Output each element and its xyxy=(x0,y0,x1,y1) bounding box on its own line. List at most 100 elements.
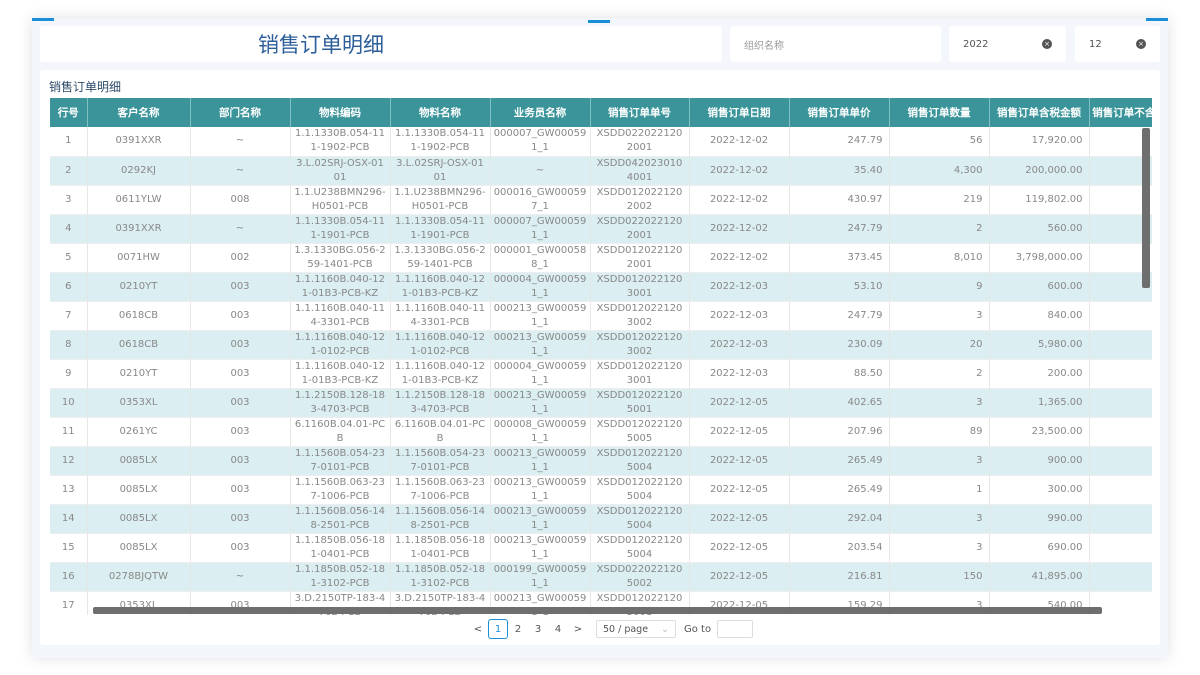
app-frame: 销售订单明细 组织名称 2022 × 12 × 销售订单明细 行号 客户名称 部门名… xyxy=(32,18,1168,658)
table-row[interactable]: 3 0611YLW 008 1.1.U238BMN296-H0501-PCB 1.1.U… xyxy=(50,185,1152,215)
table-cell: 0085LX xyxy=(87,504,191,534)
table-cell: 2022-12-05 xyxy=(689,533,790,563)
table-cell: 1.1.1850B.056-181-0401-PCB xyxy=(390,533,491,563)
table-cell: 200,000.00 xyxy=(989,156,1090,186)
page-4-button[interactable]: 4 xyxy=(548,619,568,639)
table-row[interactable]: 4 0391XXR ~1.1.1330B.054-111-1901-PCB 1.1.1… xyxy=(50,214,1152,244)
table-row[interactable]: 13 0085LX 003 1.1.1560B.063-237-1006-PCB 1.1… xyxy=(50,475,1152,505)
month-value: 12 xyxy=(1089,38,1102,50)
table-cell: 265.49 xyxy=(789,446,890,476)
table-cell: 003 xyxy=(190,272,291,302)
table-cell: ~ xyxy=(190,214,291,244)
table-cell: 1.1.1560B.063-237-1006-PCB xyxy=(390,475,491,505)
table-cell: 3 xyxy=(889,301,990,331)
horizontal-scrollbar[interactable] xyxy=(93,607,1102,614)
table-row[interactable]: 6 0210YT 003 1.1.1160B.040-121-01B3-PCB-KZ 1… xyxy=(50,272,1152,302)
table-row[interactable]: 5 0071HW 002 1.3.1330BG.056-259-1401-PCB 1.3… xyxy=(50,243,1152,273)
table-cell: 8,010 xyxy=(889,243,990,273)
table-row[interactable]: 11 0261YC 003 6.1160B.04.01-PCB 6.1160B.04.0… xyxy=(50,417,1152,447)
table-cell: 1.1.1330B.054-111-1902-PCB xyxy=(390,127,491,157)
table-cell: 13 xyxy=(50,475,88,505)
table-cell: 5,980.00 xyxy=(989,330,1090,360)
page-size-select[interactable]: 50 / page ⌄ xyxy=(596,620,676,638)
table-cell xyxy=(1089,475,1152,505)
table-cell xyxy=(1089,301,1152,331)
table-cell: 0071HW xyxy=(87,243,191,273)
table-cell: XSDD0120221202001 xyxy=(590,243,690,273)
table-row[interactable]: 9 0210YT 003 1.1.1160B.040-121-01B3-PCB-KZ 1… xyxy=(50,359,1152,389)
table-cell: 0618CB xyxy=(87,330,191,360)
org-name-filter[interactable]: 组织名称 xyxy=(730,26,941,62)
table-cell: 203.54 xyxy=(789,533,890,563)
prev-page-button[interactable]: < xyxy=(468,619,488,639)
column-header: 销售订单单价 xyxy=(789,98,890,127)
table-cell: 0085LX xyxy=(87,475,191,505)
table-cell: 690.00 xyxy=(989,533,1090,563)
table-cell: 1.1.1330B.054-111-1902-PCB xyxy=(290,127,391,157)
table-cell: 003 xyxy=(190,388,291,418)
clear-icon[interactable]: × xyxy=(1136,39,1146,49)
month-filter[interactable]: 12 × xyxy=(1075,26,1160,62)
table-row[interactable]: 1 0391XXR ~1.1.1330B.054-111-1902-PCB 1.1.1… xyxy=(50,127,1152,157)
table-cell: 6.1160B.04.01-PCB xyxy=(390,417,491,447)
table-cell: 23,500.00 xyxy=(989,417,1090,447)
table-cell: 000213_GW000591_1 xyxy=(490,446,591,476)
table-cell: 2 xyxy=(50,156,88,186)
table-cell: 1.3.1330BG.056-259-1401-PCB xyxy=(290,243,391,273)
table-cell: XSDD0420230104001 xyxy=(590,156,690,186)
table-row[interactable]: 7 0618CB 003 1.1.1160B.040-114-3301-PCB 1.1.… xyxy=(50,301,1152,331)
table-row[interactable]: 10 0353XL 003 1.1.2150B.128-183-4703-PCB 1.1… xyxy=(50,388,1152,418)
column-header: 物料编码 xyxy=(290,98,391,127)
page-2-button[interactable]: 2 xyxy=(508,619,528,639)
table-cell: 1.1.1850B.052-181-3102-PCB xyxy=(390,562,491,592)
table-cell: 402.65 xyxy=(789,388,890,418)
table-cell: XSDD0220221202001 xyxy=(590,214,690,244)
table-cell: 1.1.1850B.052-181-3102-PCB xyxy=(290,562,391,592)
table-cell: XSDD0120221203002 xyxy=(590,330,690,360)
table-row[interactable]: 12 0085LX 003 1.1.1560B.054-237-0101-PCB 1.1… xyxy=(50,446,1152,476)
table-cell: XSDD0120221205004 xyxy=(590,475,690,505)
page-3-button[interactable]: 3 xyxy=(528,619,548,639)
table-cell: 000008_GW000591_1 xyxy=(490,417,591,447)
column-header: 销售订单日期 xyxy=(689,98,790,127)
table-row[interactable]: 16 0278BJQTW ~1.1.1850B.052-181-3102-PCB 1.… xyxy=(50,562,1152,592)
vertical-scrollbar[interactable] xyxy=(1142,128,1150,288)
table-cell: 219 xyxy=(889,185,990,215)
table-cell: 2022-12-02 xyxy=(689,185,790,215)
table-cell: 88.50 xyxy=(789,359,890,389)
table-cell: 15 xyxy=(50,533,88,563)
table-row[interactable]: 15 0085LX 003 1.1.1850B.056-181-0401-PCB 1.1… xyxy=(50,533,1152,563)
table-cell: 1.1.U238BMN296-H0501-PCB xyxy=(390,185,491,215)
table-cell xyxy=(1089,359,1152,389)
table-cell: 000199_GW000591_1 xyxy=(490,562,591,592)
table-cell: 1.1.1330B.054-111-1901-PCB xyxy=(390,214,491,244)
goto-input[interactable] xyxy=(717,620,754,638)
table-cell: 2022-12-05 xyxy=(689,562,790,592)
table-cell: 000213_GW000591_1 xyxy=(490,504,591,534)
table-row[interactable]: 14 0085LX 003 1.1.1560B.056-148-2501-PCB 1.1… xyxy=(50,504,1152,534)
table-cell: XSDD0120221203001 xyxy=(590,272,690,302)
table-cell: 2022-12-05 xyxy=(689,417,790,447)
table-cell: 3 xyxy=(50,185,88,215)
column-header: 业务员名称 xyxy=(490,98,591,127)
table-cell: 230.09 xyxy=(789,330,890,360)
table-container: 行号 客户名称 部门名称 物料编码 物料名称 业务员名称 销售订单单号 销售订单日期 销售订单单… xyxy=(50,98,1152,615)
next-page-button[interactable]: > xyxy=(568,619,588,639)
table-row[interactable]: 2 0292KJ ~3.L.02SRJ-OSX-0101 3.L.02SRJ-OSX-… xyxy=(50,156,1152,186)
table-row[interactable]: 8 0618CB 003 1.1.1160B.040-121-0102-PCB 1.1.… xyxy=(50,330,1152,360)
table-cell: 2022-12-05 xyxy=(689,388,790,418)
table-cell: XSDD0120221203001 xyxy=(590,359,690,389)
page-1-button[interactable]: 1 xyxy=(488,619,508,639)
table-cell: 10 xyxy=(50,388,88,418)
table-cell: 207.96 xyxy=(789,417,890,447)
table-cell: 17 xyxy=(50,591,88,615)
table-cell: 89 xyxy=(889,417,990,447)
table-cell: 003 xyxy=(190,533,291,563)
table-cell: 2022-12-03 xyxy=(689,359,790,389)
clear-icon[interactable]: × xyxy=(1042,39,1052,49)
table-cell: 2022-12-02 xyxy=(689,127,790,157)
table-cell: XSDD0120221205004 xyxy=(590,446,690,476)
year-filter[interactable]: 2022 × xyxy=(949,26,1066,62)
table-cell: 16 xyxy=(50,562,88,592)
page-size-value: 50 / page xyxy=(603,623,649,635)
